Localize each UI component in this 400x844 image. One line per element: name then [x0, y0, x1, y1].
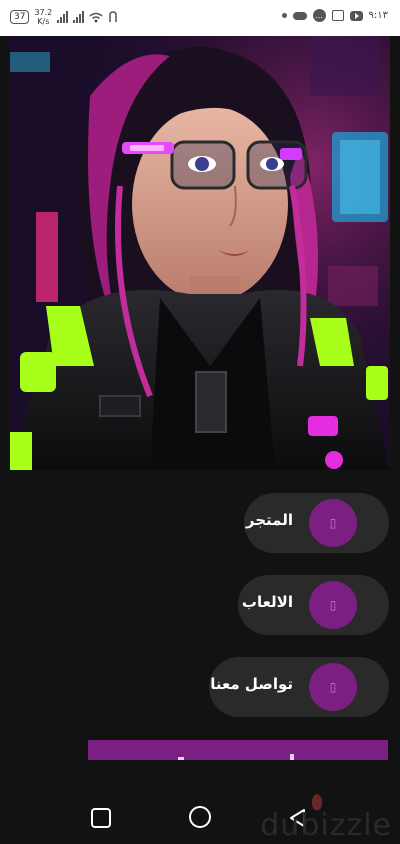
status-bar: 37 37.2 K/s … ٩:١٣ — [0, 0, 400, 36]
network-speed: 37.2 K/s — [34, 8, 52, 26]
home-icon[interactable] — [189, 806, 211, 828]
menu-item-label: تواصل معنا — [210, 675, 293, 693]
network-speed-value: 37.2 — [34, 8, 53, 17]
notification-dot-icon — [281, 13, 287, 18]
menu-item-label: الالعاب — [241, 593, 293, 611]
signal-icon — [73, 11, 85, 23]
bottom-action-bar[interactable] — [88, 740, 388, 760]
menu-item-label: المتجر — [245, 511, 293, 529]
cyberpunk-girl-image — [10, 36, 390, 470]
notification-count-badge: 37 — [10, 10, 30, 24]
store-icon: ▯ — [309, 499, 357, 547]
youtube-icon — [349, 10, 363, 21]
watermark-text: dubizzle — [260, 808, 392, 843]
wifi-icon — [89, 12, 103, 22]
signal-icon — [57, 11, 69, 23]
nfc-icon — [109, 11, 118, 22]
games-icon: ▯ — [309, 581, 357, 629]
cloud-icon — [292, 11, 307, 20]
status-bar-right: … ٩:١٣ — [281, 9, 388, 22]
chat-icon: … — [312, 9, 326, 22]
menu-item-store[interactable]: ▯ المتجر — [244, 493, 389, 553]
contact-icon: ▯ — [309, 663, 357, 711]
network-speed-unit: K/s — [37, 17, 50, 26]
status-bar-left: 37 37.2 K/s — [10, 8, 118, 26]
menu-item-contact[interactable]: ▯ تواصل معنا — [209, 657, 389, 717]
navigation-bar: dubizzle — [0, 760, 400, 844]
image-icon — [331, 10, 344, 21]
recents-icon[interactable] — [91, 808, 111, 828]
hero-image — [10, 36, 390, 470]
clock-time: ٩:١٣ — [368, 10, 388, 21]
menu-item-games[interactable]: ▯ الالعاب — [238, 575, 389, 635]
